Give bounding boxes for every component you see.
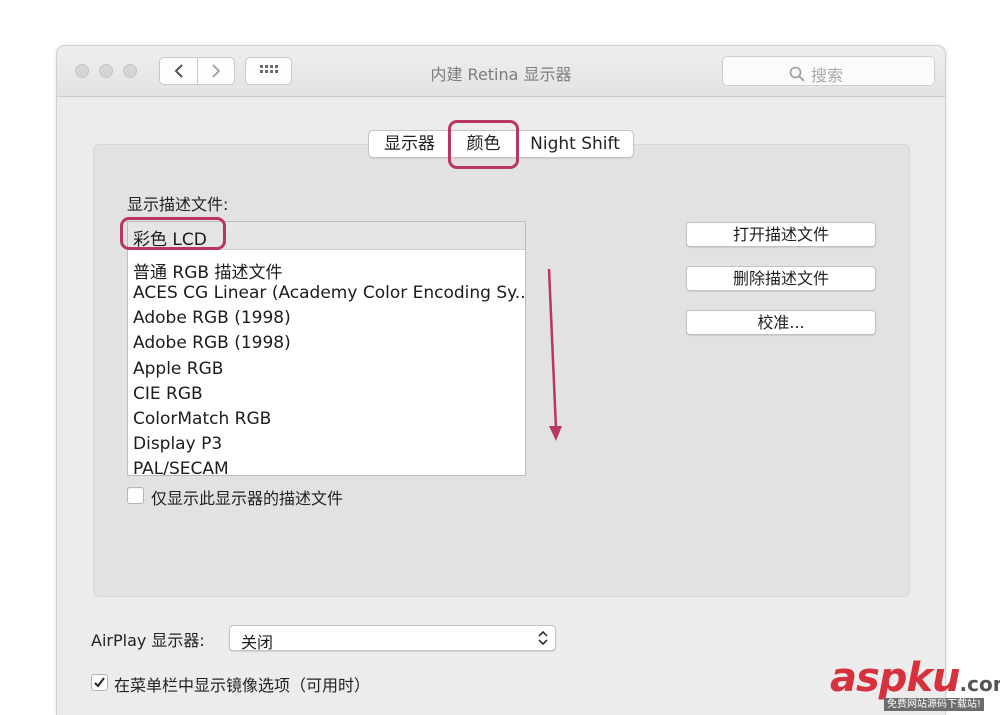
airplay-popup-value: 关闭 bbox=[241, 633, 274, 652]
watermark-tld: .com bbox=[959, 672, 1000, 696]
watermark-brand: aspku bbox=[830, 655, 961, 701]
checkmark-icon bbox=[94, 677, 105, 688]
watermark-logo: aspku.com 免费网站源码下载站! bbox=[830, 655, 1000, 711]
up-down-chevron-icon bbox=[538, 630, 548, 646]
system-preferences-window: 内建 Retina 显示器 搜索 显示器 颜色 Night Shift 显示描述… bbox=[56, 45, 946, 715]
airplay-label: AirPlay 显示器: bbox=[91, 631, 205, 650]
mirroring-checkbox[interactable] bbox=[91, 674, 108, 691]
airplay-popup[interactable]: 关闭 bbox=[229, 625, 556, 652]
watermark-tagline: 免费网站源码下载站! bbox=[884, 698, 985, 711]
scroll-down-arrow-icon bbox=[547, 268, 562, 441]
mirroring-label: 在菜单栏中显示镜像选项（可用时） bbox=[114, 676, 371, 695]
